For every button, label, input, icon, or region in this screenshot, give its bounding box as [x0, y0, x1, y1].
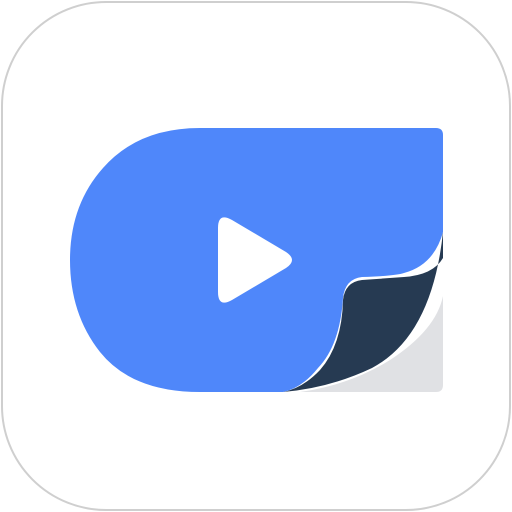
- app-icon[interactable]: [0, 0, 512, 512]
- app-icon-graphic: [1, 1, 511, 511]
